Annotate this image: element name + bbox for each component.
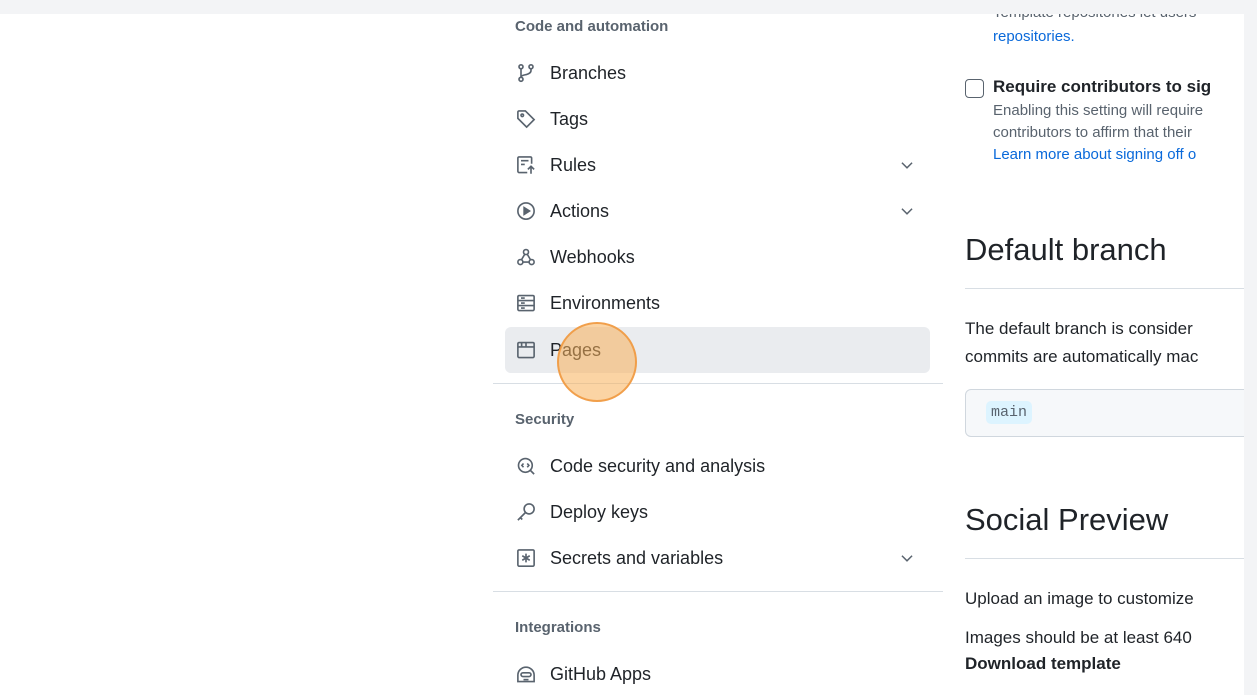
sidebar-item-label: Deploy keys xyxy=(550,501,649,522)
sidebar-item-label: Code security and analysis xyxy=(550,455,766,476)
sidebar-item-label: Branches xyxy=(550,62,627,83)
sidebar-item-webhooks[interactable]: Webhooks xyxy=(505,234,930,280)
default-branch-description-1: The default branch is consider xyxy=(965,319,1193,338)
template-description: Template repositories let users xyxy=(993,14,1196,24)
sidebar-item-deploy-keys[interactable]: Deploy keys xyxy=(505,489,930,535)
default-branch-heading: Default branch xyxy=(965,232,1167,267)
social-preview-heading: Social Preview xyxy=(965,502,1169,537)
signoff-description-1: Enabling this setting will require xyxy=(993,102,1204,119)
sidebar-divider xyxy=(493,591,943,592)
sidebar-item-rules[interactable]: Rules xyxy=(505,142,930,188)
chevron-down-icon xyxy=(898,549,916,567)
chevron-down-icon xyxy=(898,202,916,220)
sidebar-item-label: GitHub Apps xyxy=(550,663,652,684)
server-icon xyxy=(515,292,537,314)
settings-page: Code and automation Branches Tags Rules xyxy=(0,14,1257,695)
right-edge-gutter xyxy=(1244,0,1257,695)
play-icon xyxy=(515,200,537,222)
sidebar-item-pages[interactable]: Pages xyxy=(505,327,930,373)
sidebar-item-github-apps[interactable]: GitHub Apps xyxy=(505,651,930,695)
signoff-title: Require contributors to sig xyxy=(993,77,1212,96)
signoff-description-2: contributors to affirm that their xyxy=(993,124,1192,141)
sidebar-item-label: Rules xyxy=(550,154,597,175)
sidebar-item-label: Tags xyxy=(550,108,589,129)
sidebar-item-label: Secrets and variables xyxy=(550,547,724,568)
signoff-checkbox[interactable] xyxy=(965,79,984,98)
signoff-learn-more-link[interactable]: Learn more about signing off o xyxy=(993,144,1196,166)
rules-icon xyxy=(515,154,537,176)
sidebar-item-branches[interactable]: Branches xyxy=(505,50,930,96)
chevron-down-icon xyxy=(898,156,916,174)
sidebar-item-label: Environments xyxy=(550,292,661,313)
sidebar-item-label: Pages xyxy=(550,339,602,360)
sidebar-item-label: Webhooks xyxy=(550,246,635,267)
social-preview-description-1: Upload an image to customize xyxy=(965,589,1194,608)
default-branch-description-2: commits are automatically mac xyxy=(965,347,1199,366)
default-branch-box: main xyxy=(965,389,1257,437)
download-template-link[interactable]: Download template xyxy=(965,654,1121,674)
section-heading-security: Security xyxy=(515,411,575,428)
social-preview-description-2: Images should be at least 640 xyxy=(965,628,1192,647)
codescan-icon xyxy=(515,455,537,477)
sidebar-item-secrets[interactable]: Secrets and variables xyxy=(505,535,930,581)
tag-icon xyxy=(515,108,537,130)
sidebar-item-label: Actions xyxy=(550,200,610,221)
branch-name-label[interactable]: main xyxy=(986,401,1033,424)
template-link[interactable]: repositories. xyxy=(993,26,1075,48)
section-heading-code-automation: Code and automation xyxy=(515,18,669,35)
section-divider xyxy=(965,558,1257,559)
git-branch-icon xyxy=(515,62,537,84)
hubot-icon xyxy=(515,663,537,685)
sidebar-item-tags[interactable]: Tags xyxy=(505,96,930,142)
sidebar-item-actions[interactable]: Actions xyxy=(505,188,930,234)
section-heading-integrations: Integrations xyxy=(515,619,601,636)
webhook-icon xyxy=(515,246,537,268)
key-icon xyxy=(515,501,537,523)
section-divider xyxy=(965,288,1257,289)
sidebar-divider xyxy=(493,383,943,384)
asterisk-icon xyxy=(515,547,537,569)
browser-icon xyxy=(515,339,537,361)
sidebar-item-environments[interactable]: Environments xyxy=(505,280,930,326)
sidebar-item-code-security[interactable]: Code security and analysis xyxy=(505,443,930,489)
